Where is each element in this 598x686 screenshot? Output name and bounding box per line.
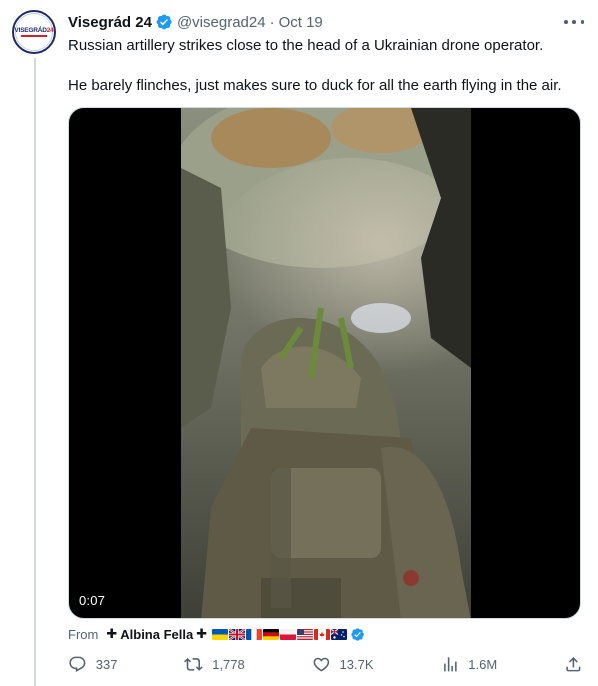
video-frame[interactable] <box>181 108 471 618</box>
avatar-logo-text: VISEGRÁD <box>14 27 47 34</box>
flag-list <box>212 627 365 642</box>
avatar-logo-bar <box>21 35 47 37</box>
france-flag-icon <box>246 628 263 640</box>
repost-icon <box>184 657 204 671</box>
poland-flag-icon <box>280 628 297 640</box>
verified-badge-icon[interactable] <box>155 13 173 31</box>
australia-flag-icon <box>331 628 348 640</box>
canada-flag-icon <box>314 628 331 640</box>
tweet-card[interactable]: VISEGRÁD24 Visegrád 24 @visegrad24 · Oct… <box>0 0 598 686</box>
united-kingdom-flag-icon <box>229 628 246 640</box>
like-button[interactable]: 13.7K <box>312 655 374 674</box>
views-button[interactable]: 1.6M <box>441 655 498 674</box>
more-icon[interactable] <box>564 14 584 30</box>
source-from-label: From <box>68 626 99 642</box>
handle[interactable]: @visegrad24 <box>177 14 266 31</box>
video-thumbnail <box>181 108 471 618</box>
action-bar: 337 1,778 13.7K 1.6M <box>68 652 583 676</box>
analytics-icon <box>443 656 457 672</box>
share-icon <box>566 656 581 672</box>
tweet-text-line: Russian artillery strikes close to the h… <box>68 37 544 54</box>
video-duration: 0:07 <box>79 593 106 608</box>
share-button[interactable] <box>564 655 583 674</box>
avatar-logo: VISEGRÁD24 <box>14 13 54 51</box>
heart-icon <box>313 657 329 672</box>
like-count: 13.7K <box>339 656 374 672</box>
display-name[interactable]: Visegrád 24 <box>68 14 152 31</box>
reply-button[interactable]: 337 <box>68 655 117 674</box>
separator-dot: · <box>269 13 275 31</box>
tweet-text-line: He barely flinches, just makes sure to d… <box>68 77 562 94</box>
source-cross: ✚ <box>106 626 118 641</box>
video-player[interactable]: 0:07 <box>68 107 581 619</box>
tweet-text: Russian artillery strikes close to the h… <box>68 36 578 96</box>
avatar-logo-number: 24 <box>46 27 54 34</box>
repost-count: 1,778 <box>212 656 245 672</box>
views-count: 1.6M <box>468 656 498 672</box>
united-states-flag-icon <box>297 628 314 640</box>
tweet-header: Visegrád 24 @visegrad24 · Oct 19 <box>68 11 323 33</box>
germany-flag-icon <box>263 628 280 640</box>
verified-badge-icon <box>351 627 365 641</box>
thread-line <box>34 58 36 686</box>
timestamp[interactable]: Oct 19 <box>279 14 323 31</box>
source-name[interactable]: Albina Fella <box>120 627 193 642</box>
avatar[interactable]: VISEGRÁD24 <box>12 10 56 54</box>
ukraine-flag-icon <box>212 628 229 640</box>
reply-icon <box>69 656 86 672</box>
reply-count: 337 <box>95 656 118 672</box>
source-cross: ✚ <box>196 626 208 641</box>
repost-button[interactable]: 1,778 <box>184 655 245 674</box>
video-source: From ✚ Albina Fella ✚ <box>68 625 365 643</box>
